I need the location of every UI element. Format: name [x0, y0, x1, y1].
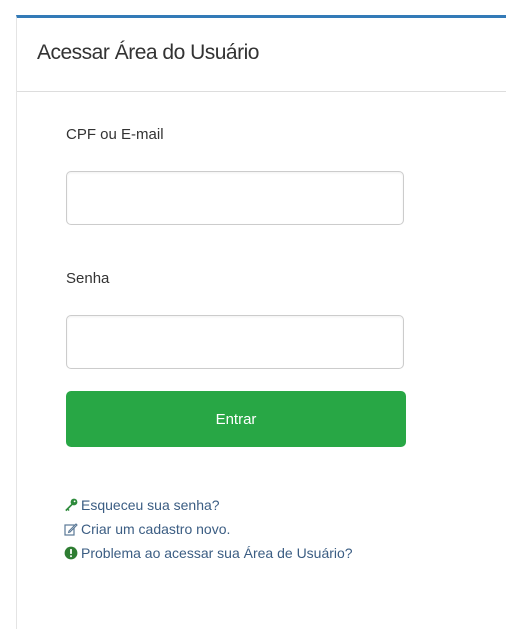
password-input[interactable] — [66, 315, 404, 369]
create-account-link[interactable]: Criar um cadastro novo. — [64, 517, 353, 541]
exclamation-circle-icon — [64, 546, 78, 560]
edit-icon — [64, 522, 78, 536]
access-problem-link[interactable]: Problema ao acessar sua Área de Usuário? — [64, 541, 353, 565]
panel-heading: Acessar Área do Usuário — [17, 18, 506, 92]
user-field-label: CPF ou E-mail — [66, 126, 164, 143]
create-account-label: Criar um cadastro novo. — [81, 521, 231, 537]
forgot-password-link[interactable]: Esqueceu sua senha? — [64, 493, 353, 517]
page-title: Acessar Área do Usuário — [37, 41, 259, 64]
submit-button[interactable]: Entrar — [66, 391, 406, 447]
help-links: Esqueceu sua senha? Criar um cadastro no… — [64, 493, 353, 565]
access-problem-label: Problema ao acessar sua Área de Usuário? — [81, 545, 353, 561]
forgot-password-label: Esqueceu sua senha? — [81, 497, 220, 513]
password-field-label: Senha — [66, 270, 110, 287]
key-icon — [64, 498, 78, 512]
user-input[interactable] — [66, 171, 404, 225]
